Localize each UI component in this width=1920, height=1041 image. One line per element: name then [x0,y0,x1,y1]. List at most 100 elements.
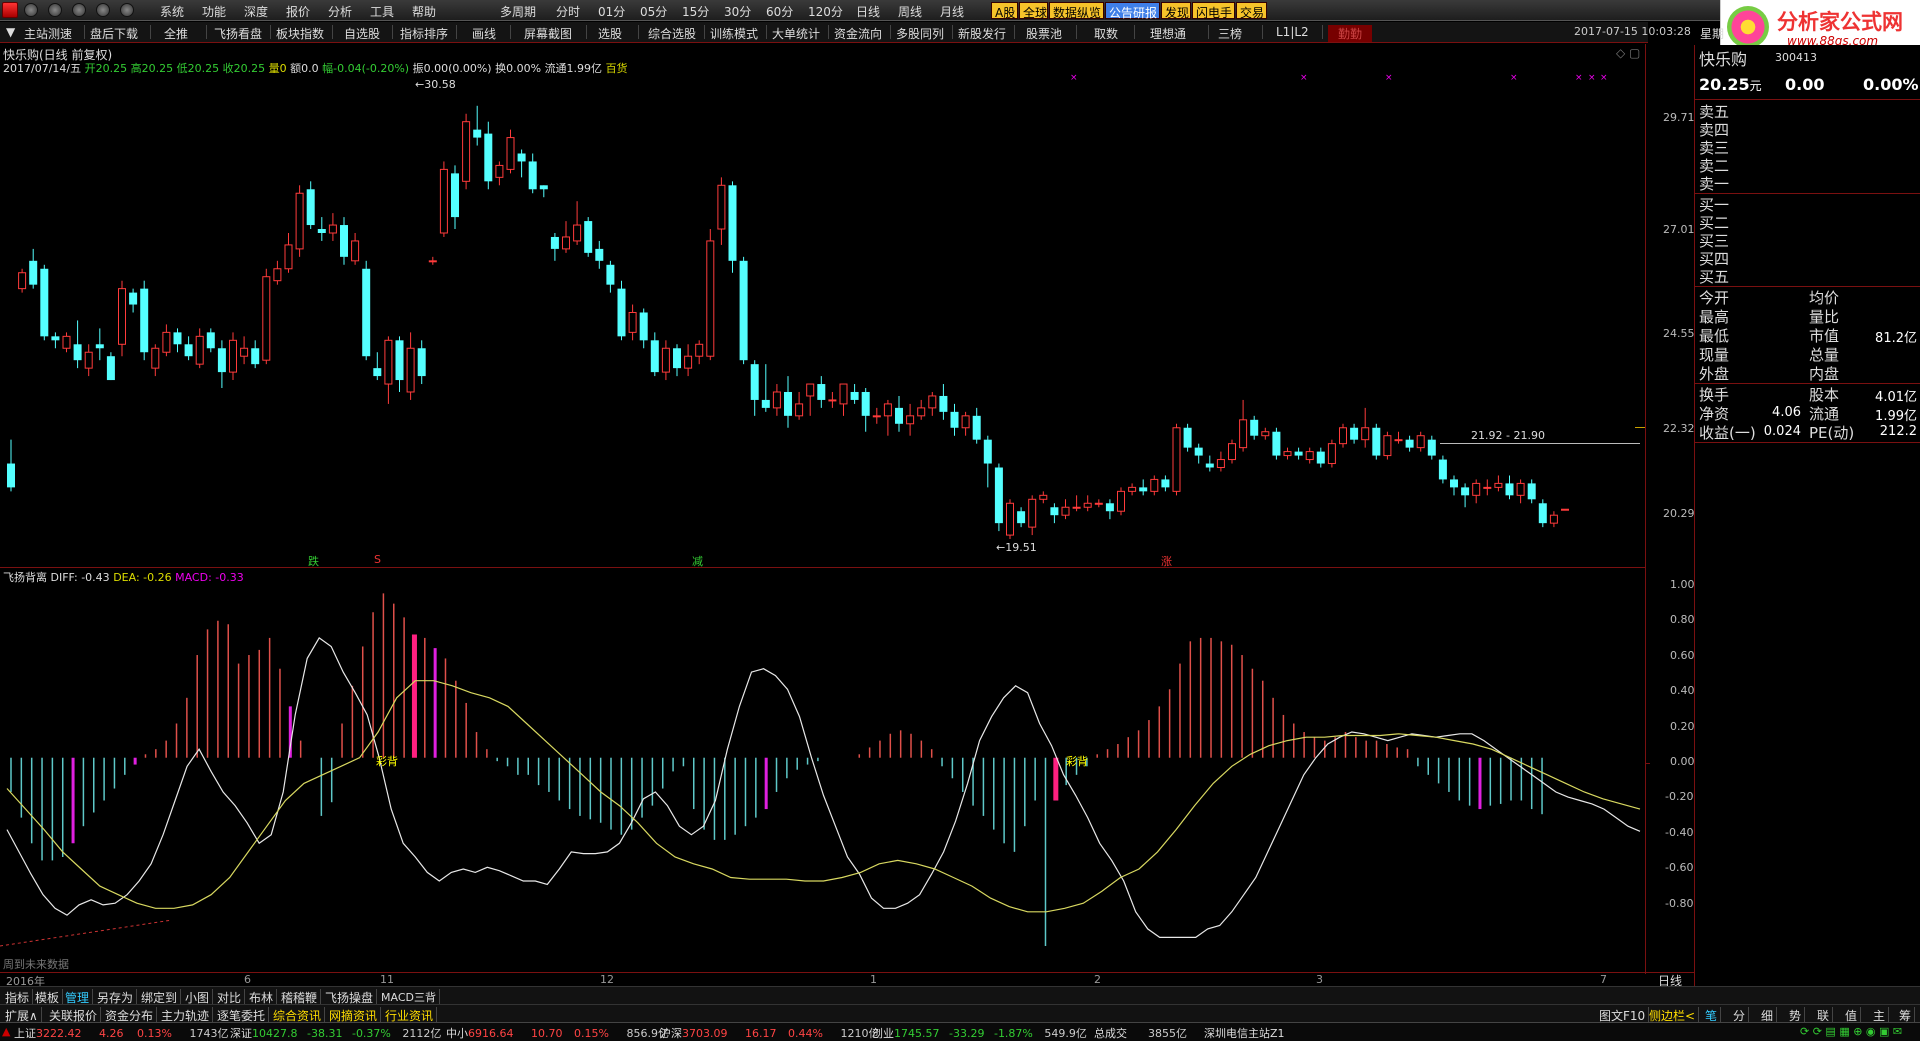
tab-trade[interactable]: 交易 [1236,2,1267,20]
side-tab-zhi[interactable]: 值 [1842,1007,1862,1023]
toolbar-download[interactable]: 盘后下载 [90,25,138,42]
toolbar-screenshot[interactable]: 屏幕截图 [524,25,572,42]
server-name[interactable]: 深圳电信主站Z1 [1204,1025,1285,1041]
toolbar-three-lists[interactable]: 三榜 [1218,25,1242,42]
window-button-icon[interactable] [120,3,134,17]
clock: 2017-07-15 10:03:28 [1574,25,1691,38]
tab-data-overview[interactable]: 数据纵览 [1049,2,1104,20]
tab-flash-trade[interactable]: 闪电手 [1192,2,1235,20]
toolbar-training[interactable]: 训练模式 [710,25,758,42]
candle-body [772,391,781,409]
toolbar-draw[interactable]: 画线 [472,25,496,42]
toolbar-feiyang[interactable]: 飞扬看盘 [214,25,262,42]
window-button-icon[interactable] [48,3,62,17]
menu-60min[interactable]: 60分 [766,3,793,20]
candle-body [406,347,415,393]
tab-related-quote[interactable]: 关联报价 [46,1007,102,1023]
toolbar-push[interactable]: 全推 [164,25,188,42]
side-tab-zhu[interactable]: 主 [1870,1007,1890,1023]
tab-main-track[interactable]: 主力轨迹 [158,1007,214,1023]
status-tray-icons[interactable]: ⟳ ⟳ ▤ ▦ ⊕ ◉ ▣ ✉ [1800,1025,1902,1038]
marker-jian: 减 [692,555,703,568]
side-tab-shi[interactable]: 势 [1786,1007,1806,1023]
tab-feiyang-trade[interactable]: 飞扬操盘 [322,989,378,1005]
toolbar-menu-icon[interactable]: ▼ [6,25,15,39]
tab-combo-news[interactable]: 综合资讯 [270,1007,326,1023]
index-shenzhen[interactable]: 深证10427.8 -38.31 -0.37% 2112亿 [230,1025,441,1041]
toolbar-multi-stock[interactable]: 多股同列 [896,25,944,42]
candle-body [617,288,626,337]
menu-analysis[interactable]: 分析 [328,3,352,20]
toolbar-fund-flow[interactable]: 资金流向 [834,25,882,42]
menu-daily[interactable]: 日线 [856,3,880,20]
toolbar-big-order[interactable]: 大单统计 [772,25,820,42]
tab-boll[interactable]: 布林 [246,989,278,1005]
quote-value-shares: 4.01亿 [1875,390,1917,405]
index-shanghai[interactable]: 上证3222.42 4.26 0.13% 1743亿 [14,1025,228,1041]
tab-bind[interactable]: 绑定到 [138,989,182,1005]
tab-tick-order[interactable]: 逐笔委托 [214,1007,270,1023]
window-button-icon[interactable] [24,3,38,17]
tuwen-f10-button[interactable]: 图文F10 [1596,1007,1650,1023]
side-tab-bi[interactable]: 笔 [1702,1007,1722,1023]
candle-body [1083,502,1092,508]
tab-small-chart[interactable]: 小图 [182,989,214,1005]
menu-15min[interactable]: 15分 [682,3,709,20]
tab-compare[interactable]: 对比 [214,989,246,1005]
toolbar-sector-index[interactable]: 板块指数 [276,25,324,42]
toolbar-indicator-sort[interactable]: 指标排序 [400,25,448,42]
tab-expand[interactable]: 扩展∧ [2,1007,42,1023]
tab-jijibian[interactable]: 稽稽鞭 [278,989,322,1005]
tab-discover[interactable]: 发现 [1161,2,1191,20]
tab-indicator[interactable]: 指标 [2,989,34,1005]
toolbar-qinqin[interactable]: 勤勤 [1328,25,1373,42]
signal-marker: × [1300,73,1308,83]
tab-fund-dist[interactable]: 资金分布 [102,1007,158,1023]
toolbar-watchlist[interactable]: 自选股 [344,25,380,42]
toolbar-stock-pick[interactable]: 选股 [598,25,622,42]
sidebar-toggle-button[interactable]: 侧边栏< [1646,1007,1700,1023]
tab-template[interactable]: 模板 [32,989,64,1005]
menu-monthly[interactable]: 月线 [940,3,964,20]
marker-s: S [374,553,381,566]
menu-depth[interactable]: 深度 [244,3,268,20]
menu-1min[interactable]: 01分 [598,3,625,20]
candle-body [217,348,226,373]
toolbar-fetch[interactable]: 取数 [1094,25,1118,42]
toolbar-lixiangtong[interactable]: 理想通 [1150,25,1186,42]
index-chinext[interactable]: 创业1745.57 -33.29 -1.87% 549.9亿 [872,1025,1087,1041]
side-tab-fen[interactable]: 分 [1730,1007,1750,1023]
menu-tools[interactable]: 工具 [370,3,394,20]
menu-system[interactable]: 系统 [160,3,184,20]
menu-help[interactable]: 帮助 [412,3,436,20]
tab-manage[interactable]: 管理 [62,989,94,1005]
side-tab-xi[interactable]: 细 [1758,1007,1778,1023]
tab-global[interactable]: 全球 [1019,2,1048,20]
tab-save-as[interactable]: 另存为 [94,989,138,1005]
menu-intraday[interactable]: 分时 [556,3,580,20]
index-hs300[interactable]: 沪深3703.09 16.17 0.44% 1210亿 [660,1025,879,1041]
candle-body [84,351,93,369]
menu-multi-period[interactable]: 多周期 [500,3,536,20]
menu-quote[interactable]: 报价 [286,3,310,20]
tab-web-news[interactable]: 网摘资讯 [326,1007,382,1023]
side-tab-lian[interactable]: 联 [1814,1007,1834,1023]
toolbar-l1-l2[interactable]: L1|L2 [1276,25,1309,39]
menu-120min[interactable]: 120分 [808,3,843,20]
toolbar-combo-pick[interactable]: 综合选股 [648,25,696,42]
menu-function[interactable]: 功能 [202,3,226,20]
tab-industry-news[interactable]: 行业资讯 [382,1007,438,1023]
tab-a-share[interactable]: A股 [991,2,1018,20]
toolbar-speedtest[interactable]: 主站测速 [24,25,72,42]
window-button-icon[interactable] [72,3,86,17]
window-button-icon[interactable] [96,3,110,17]
index-sme[interactable]: 中小6916.64 10.70 0.15% 856.9亿 [446,1025,669,1041]
menu-weekly[interactable]: 周线 [898,3,922,20]
toolbar-stock-pool[interactable]: 股票池 [1026,25,1062,42]
side-tab-chou[interactable]: 筹 [1896,1007,1916,1023]
toolbar-ipo[interactable]: 新股发行 [958,25,1006,42]
tab-research[interactable]: 公告研报 [1105,2,1160,20]
tab-macd-three[interactable]: MACD三背 [378,989,440,1004]
menu-30min[interactable]: 30分 [724,3,751,20]
menu-5min[interactable]: 05分 [640,3,667,20]
